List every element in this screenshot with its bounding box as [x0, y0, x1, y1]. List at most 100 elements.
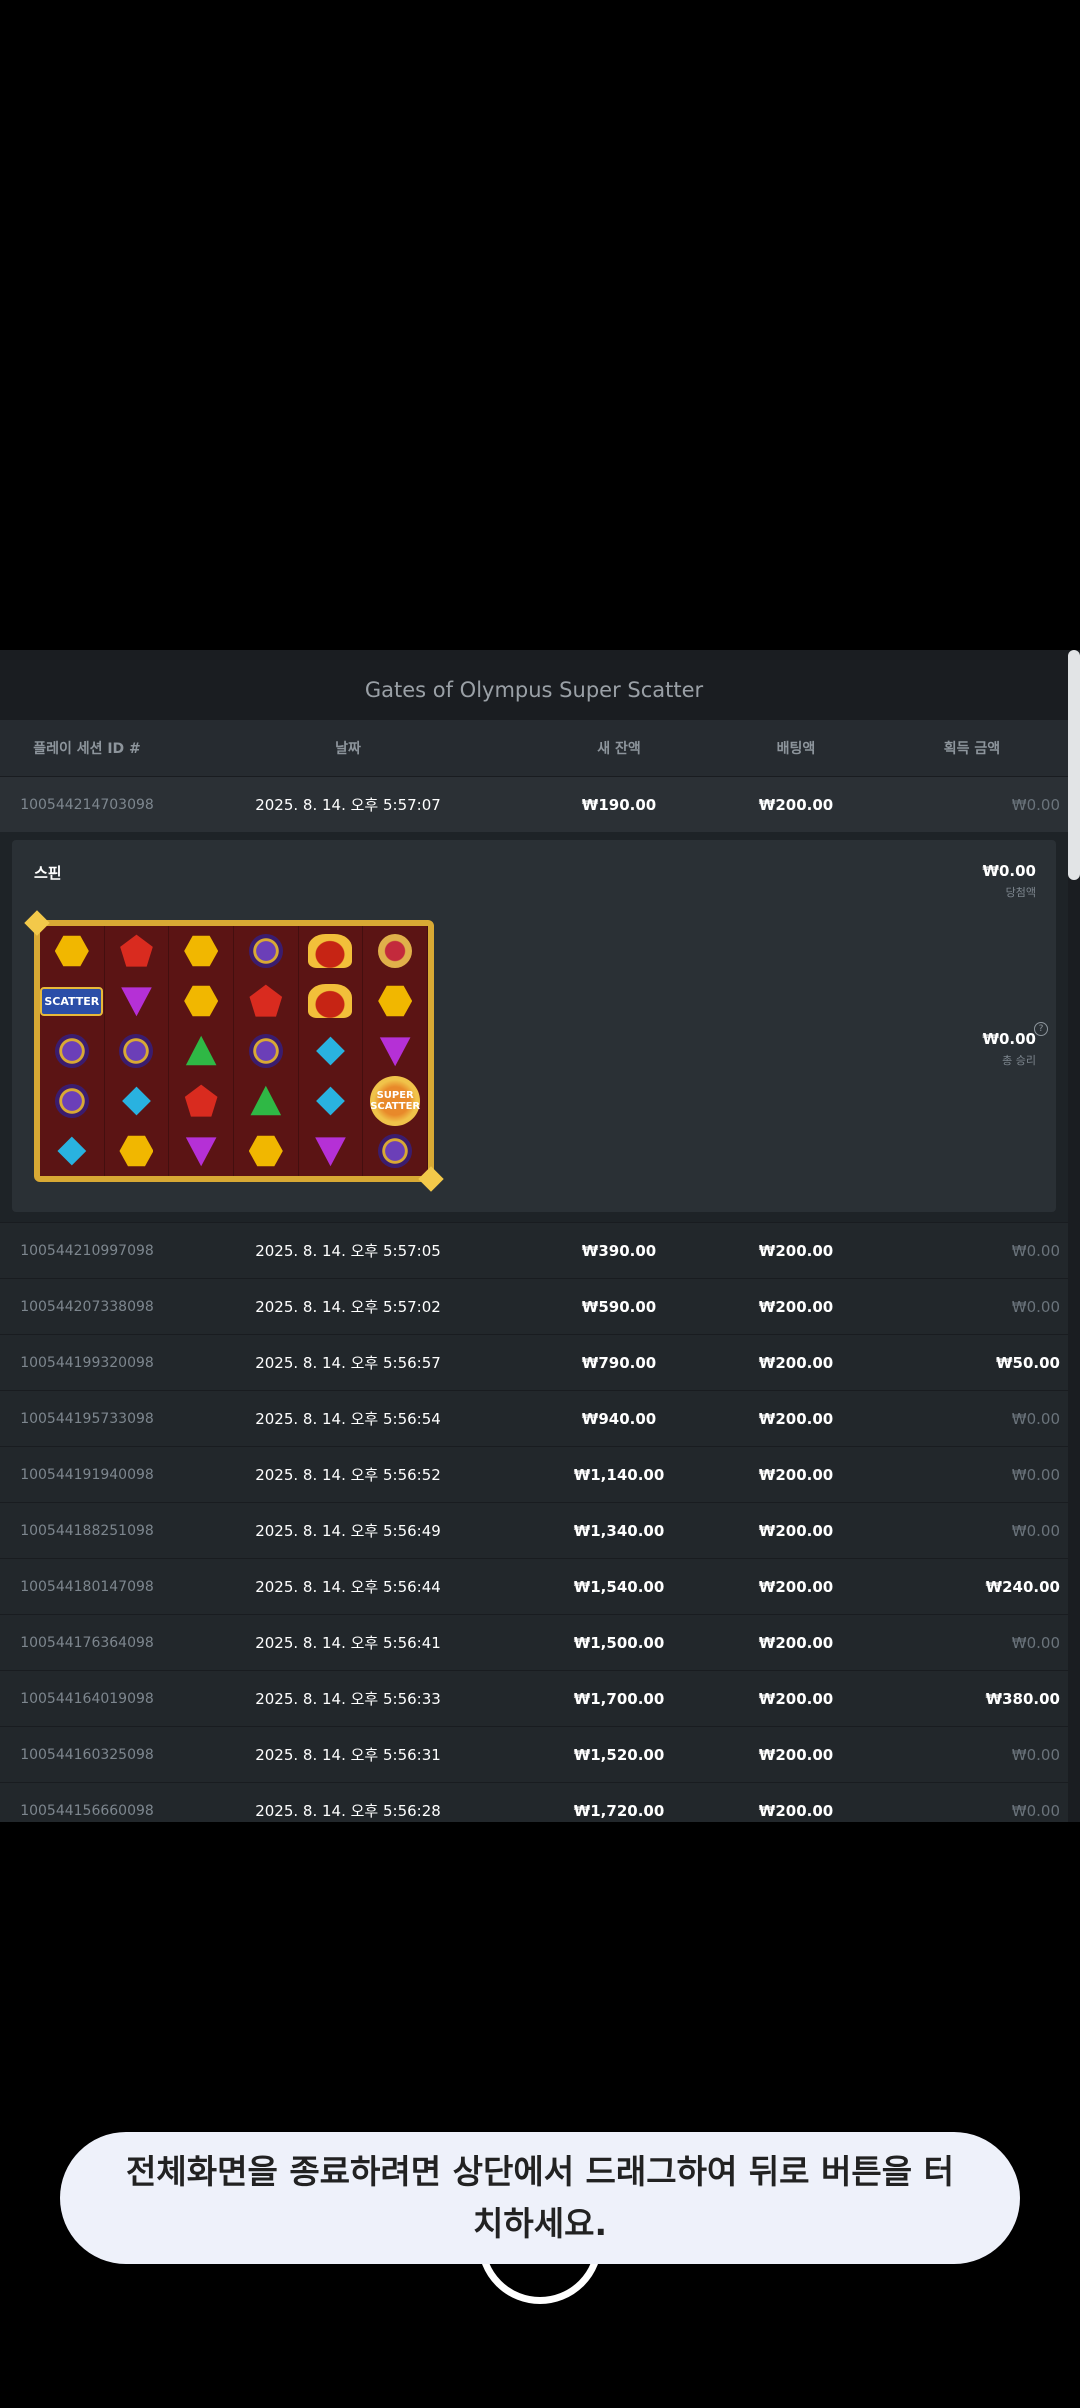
reel-cell: [299, 1076, 364, 1126]
row-session-id: 100544180147098: [20, 1578, 154, 1595]
row-win: ₩0.00: [1011, 1465, 1060, 1484]
history-panel: Gates of Olympus Super Scatter 플레이 세션 ID…: [0, 650, 1068, 1822]
hex-gem-icon: [248, 1135, 283, 1167]
table-row[interactable]: 100544195733098 2025. 8. 14. 오후 5:56:54 ₩9…: [0, 1390, 1068, 1446]
hex-gem-icon: [119, 1135, 154, 1167]
pent-gem-icon: [184, 1084, 218, 1117]
row-session-id: 100544195733098: [20, 1410, 154, 1427]
dia-gem-icon: [316, 1036, 345, 1066]
reel-cell: [234, 1026, 299, 1076]
row-session-id: 100544188251098: [20, 1522, 154, 1539]
col-new-balance: 새 잔액: [597, 741, 641, 757]
col-bet: 배팅액: [776, 741, 816, 757]
row-win: ₩0.00: [1011, 1521, 1060, 1540]
row-session-id: 100544176364098: [20, 1634, 154, 1651]
col-session-id: 플레이 세션 ID #: [33, 741, 141, 757]
reel-cell: [105, 1126, 170, 1176]
pent-gem-icon: [249, 984, 283, 1017]
table-row[interactable]: 100544160325098 2025. 8. 14. 오후 5:56:31 ₩1…: [0, 1726, 1068, 1782]
tri-v-gem-icon: [315, 1137, 346, 1167]
row-session-id: 100544199320098: [20, 1354, 154, 1371]
ring-gem-icon: [378, 1134, 413, 1168]
ring-gem-icon: [54, 1034, 89, 1068]
dia-gem-icon: [57, 1136, 87, 1166]
row-session-id: 100544214703098: [20, 796, 154, 813]
row-bet: ₩200.00: [758, 1409, 834, 1428]
hex-gem-icon: [184, 935, 219, 967]
row-date: 2025. 8. 14. 오후 5:56:31: [255, 1746, 441, 1764]
table-row[interactable]: 100544207338098 2025. 8. 14. 오후 5:57:02 ₩5…: [0, 1278, 1068, 1334]
row-bet: ₩200.00: [758, 1297, 834, 1316]
scrollbar-thumb[interactable]: [1068, 650, 1080, 880]
win-amount-label: 당첨액: [1005, 886, 1036, 899]
table-row[interactable]: 100544188251098 2025. 8. 14. 오후 5:56:49 ₩1…: [0, 1502, 1068, 1558]
row-session-id: 100544160325098: [20, 1746, 154, 1763]
tri-v-gem-icon: [379, 1037, 411, 1067]
row-win: ₩0.00: [1011, 1633, 1060, 1652]
table-row[interactable]: 100544210997098 2025. 8. 14. 오후 5:57:05 ₩3…: [0, 1222, 1068, 1278]
row-session-id: 100544191940098: [20, 1466, 154, 1483]
row-balance: ₩1,500.00: [573, 1633, 665, 1652]
row-win: ₩0.00: [1011, 1409, 1060, 1428]
scatter-symbol-icon: SCATTER: [40, 986, 104, 1016]
row-date: 2025. 8. 14. 오후 5:57:02: [255, 1298, 441, 1316]
hex-gem-icon: [54, 935, 89, 967]
row-balance: ₩1,720.00: [573, 1801, 665, 1820]
row-bet: ₩200.00: [758, 1241, 834, 1260]
row-bet: ₩200.00: [758, 1577, 834, 1596]
super-scatter-symbol-icon: SUPER SCATTER: [370, 1076, 421, 1126]
reel-cell: [234, 976, 299, 1026]
table-row[interactable]: 100544180147098 2025. 8. 14. 오후 5:56:44 ₩1…: [0, 1558, 1068, 1614]
reel-cell: [105, 926, 170, 976]
scrollbar[interactable]: [1068, 650, 1080, 1822]
row-date: 2025. 8. 14. 오후 5:56:28: [255, 1802, 441, 1820]
reel-cell: [299, 976, 364, 1026]
row-balance: ₩1,340.00: [573, 1521, 665, 1540]
row-balance: ₩790.00: [581, 1353, 657, 1372]
reel-cell: [169, 976, 234, 1026]
row-bet: ₩200.00: [758, 1633, 834, 1652]
win-amount: ₩0.00: [982, 862, 1036, 880]
ring-gem-icon: [248, 1034, 283, 1068]
table-row-selected[interactable]: 100544214703098 2025. 8. 14. 오후 5:57:07 …: [0, 776, 1068, 832]
reel-cell: [299, 926, 364, 976]
table-row[interactable]: 100544176364098 2025. 8. 14. 오후 5:56:41 ₩1…: [0, 1614, 1068, 1670]
col-win: 획득 금액: [943, 741, 1001, 757]
row-bet: ₩200.00: [758, 1745, 834, 1764]
row-bet: ₩200.00: [758, 1801, 834, 1820]
row-win: ₩240.00: [985, 1577, 1060, 1596]
reel-cell: [363, 1026, 428, 1076]
reel-cell: [105, 1076, 170, 1126]
row-win: ₩0.00: [1011, 795, 1060, 814]
fullscreen-exit-toast: 전체화면을 종료하려면 상단에서 드래그하여 뒤로 버튼을 터치하세요.: [60, 2132, 1020, 2264]
help-icon[interactable]: ?: [1034, 1022, 1048, 1036]
row-balance: ₩1,540.00: [573, 1577, 665, 1596]
table-row[interactable]: 100544156660098 2025. 8. 14. 오후 5:56:28 ₩1…: [0, 1782, 1068, 1822]
row-win: ₩0.00: [1011, 1241, 1060, 1260]
row-session-id: 100544210997098: [20, 1242, 154, 1259]
reel-cell: [363, 1126, 428, 1176]
row-date: 2025. 8. 14. 오후 5:57:07: [255, 796, 441, 814]
reel-cell: [363, 976, 428, 1026]
tri-v-gem-icon: [121, 987, 152, 1017]
slot-reel-board: SCATTER SUPER SCATTER: [34, 920, 434, 1182]
history-rows: 100544210997098 2025. 8. 14. 오후 5:57:05 ₩3…: [0, 1222, 1068, 1822]
row-date: 2025. 8. 14. 오후 5:56:49: [255, 1522, 441, 1540]
spin-detail: 스핀 ₩0.00 당첨액 ₩0.00 총 승리 ? SCATTER SUPER S…: [12, 840, 1056, 1212]
reel-cell: [169, 1076, 234, 1126]
total-win-amount: ₩0.00: [982, 1030, 1036, 1048]
dia-gem-icon: [316, 1086, 345, 1116]
reel-cell: [299, 1026, 364, 1076]
reel-cell: [169, 1126, 234, 1176]
row-bet: ₩200.00: [758, 1353, 834, 1372]
col-date: 날짜: [335, 741, 361, 757]
hex-gem-icon: [378, 985, 413, 1017]
table-row[interactable]: 100544191940098 2025. 8. 14. 오후 5:56:52 ₩1…: [0, 1446, 1068, 1502]
spin-label: 스핀: [34, 864, 62, 882]
row-date: 2025. 8. 14. 오후 5:56:54: [255, 1410, 441, 1428]
row-date: 2025. 8. 14. 오후 5:56:57: [255, 1354, 441, 1372]
row-date: 2025. 8. 14. 오후 5:57:05: [255, 1242, 441, 1260]
crown-gem-icon: [308, 934, 353, 968]
table-row[interactable]: 100544164019098 2025. 8. 14. 오후 5:56:33 ₩1…: [0, 1670, 1068, 1726]
table-row[interactable]: 100544199320098 2025. 8. 14. 오후 5:56:57 ₩7…: [0, 1334, 1068, 1390]
